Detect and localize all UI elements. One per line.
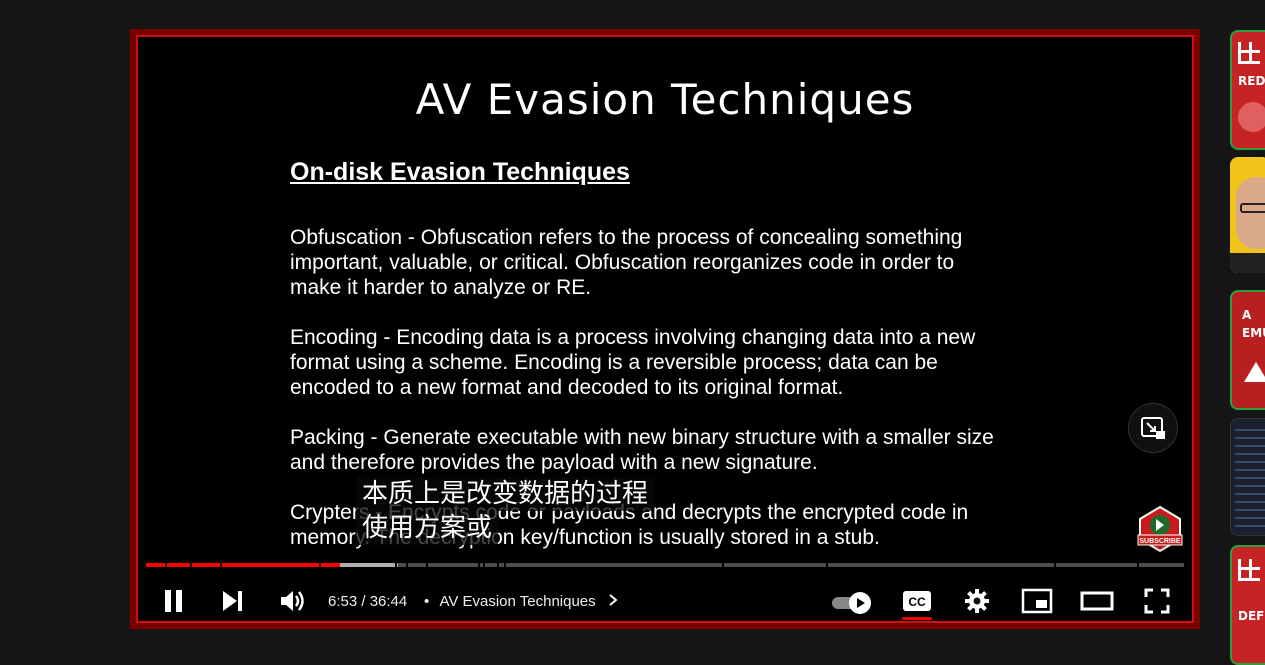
chapter-marker bbox=[722, 563, 725, 567]
glasses-icon bbox=[1240, 203, 1265, 213]
chapter-title: AV Evasion Techniques bbox=[439, 593, 596, 610]
sidebar-thumbnail-5[interactable]: DEFE bbox=[1230, 545, 1265, 665]
progress-bar[interactable] bbox=[146, 563, 1184, 567]
fullscreen-button[interactable] bbox=[1136, 583, 1178, 619]
sidebar-thumbnail-4[interactable] bbox=[1230, 418, 1265, 536]
thumbnail-text: RED T bbox=[1238, 74, 1265, 88]
thumbnail-text: DEFE bbox=[1238, 609, 1265, 623]
shirt bbox=[1230, 253, 1265, 273]
settings-button[interactable] bbox=[956, 583, 998, 619]
svg-text:CC: CC bbox=[908, 595, 926, 609]
chapter-marker bbox=[504, 563, 507, 567]
autoplay-toggle[interactable] bbox=[830, 591, 872, 614]
volume-icon bbox=[281, 591, 304, 611]
pause-button[interactable] bbox=[154, 583, 194, 619]
slide-heading: On-disk Evasion Techniques bbox=[290, 158, 630, 186]
avatar bbox=[1238, 102, 1265, 132]
chapter-marker bbox=[219, 563, 222, 567]
pause-icon bbox=[165, 590, 182, 612]
chapter-marker bbox=[405, 563, 408, 567]
theater-icon bbox=[1080, 591, 1114, 611]
chapter-marker bbox=[825, 563, 828, 567]
mute-button[interactable] bbox=[272, 583, 312, 619]
fullscreen-icon bbox=[1144, 588, 1170, 614]
minimize-icon bbox=[1141, 417, 1165, 439]
chapter-marker bbox=[395, 563, 398, 567]
skip-next-icon bbox=[223, 591, 242, 611]
next-button[interactable] bbox=[212, 583, 252, 619]
slide-paragraph-packing: Packing - Generate executable with new b… bbox=[290, 426, 994, 474]
slide-paragraph-obfuscation: Obfuscation - Obfuscation refers to the … bbox=[290, 226, 963, 299]
sidebar-thumbnail-1[interactable]: RED T bbox=[1230, 30, 1265, 150]
captions-active-indicator bbox=[902, 617, 932, 620]
thumbnail-text: A EMU bbox=[1242, 308, 1265, 340]
chapter-marker bbox=[164, 563, 167, 567]
video-frame[interactable]: AV Evasion Techniques On-disk Evasion Te… bbox=[136, 35, 1194, 623]
progress-played bbox=[146, 563, 341, 567]
subtitles-button[interactable]: CC bbox=[896, 583, 938, 619]
theater-mode-button[interactable] bbox=[1076, 583, 1118, 619]
video-slide: AV Evasion Techniques On-disk Evasion Te… bbox=[138, 37, 1192, 621]
player-controls: 6:53 / 36:44 • AV Evasion Techniques CC bbox=[138, 575, 1192, 621]
miniplayer-icon bbox=[1021, 588, 1053, 614]
grid-logo-icon bbox=[1238, 42, 1260, 64]
chapter-marker bbox=[1137, 563, 1140, 567]
exit-miniplayer-button[interactable] bbox=[1128, 403, 1178, 453]
chapter-button[interactable]: • AV Evasion Techniques bbox=[424, 593, 620, 610]
sidebar-thumbnail-3[interactable]: A EMU bbox=[1230, 290, 1265, 410]
gear-icon bbox=[965, 589, 989, 613]
autoplay-icon bbox=[832, 592, 871, 614]
time-display: 6:53 / 36:44 bbox=[328, 593, 408, 610]
caption-line: 本质上是改变数据的过程 bbox=[356, 477, 655, 511]
grid-logo-icon bbox=[1238, 559, 1260, 581]
chapter-separator: • bbox=[424, 593, 430, 610]
chapter-marker bbox=[483, 563, 486, 567]
chapter-marker bbox=[478, 563, 481, 567]
chevron-right-icon bbox=[609, 594, 618, 606]
chapter-marker bbox=[1054, 563, 1057, 567]
person-thumbnail bbox=[1236, 177, 1265, 249]
chapter-marker bbox=[319, 563, 322, 567]
slide-paragraph-encoding: Encoding - Encoding data is a process in… bbox=[290, 326, 976, 399]
chapter-marker bbox=[426, 563, 429, 567]
code-screenshot bbox=[1235, 427, 1265, 527]
closed-captions-icon: CC bbox=[903, 591, 931, 611]
slide-title: AV Evasion Techniques bbox=[415, 75, 915, 124]
sidebar-thumbnail-2[interactable] bbox=[1230, 157, 1265, 273]
miniplayer-button[interactable] bbox=[1016, 583, 1058, 619]
chapter-marker bbox=[189, 563, 192, 567]
video-player[interactable]: AV Evasion Techniques On-disk Evasion Te… bbox=[130, 29, 1200, 629]
chapter-marker bbox=[496, 563, 499, 567]
warning-icon bbox=[1244, 362, 1265, 382]
caption-line: 使用方案或 bbox=[356, 511, 499, 545]
